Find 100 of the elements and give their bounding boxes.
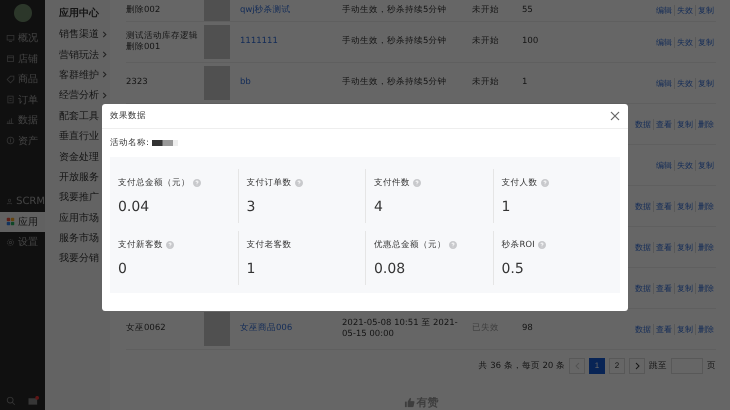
table-cell-text: 未开始 [472, 77, 500, 89]
action-link[interactable]: 数据 [633, 118, 653, 130]
subnav-item[interactable]: 经营分析 [59, 88, 99, 102]
action-link[interactable]: 数据 [633, 200, 653, 212]
subnav-item[interactable]: 应用市场 [59, 210, 99, 225]
photo-placeholder [204, 312, 230, 346]
table-cell-text: 100 [522, 36, 540, 48]
metric-value: 0.08 [374, 261, 406, 277]
product-link[interactable]: 女巫商品006 [240, 323, 292, 334]
product-link[interactable]: 1111111 [240, 36, 278, 46]
thumbs-up-icon [404, 397, 414, 408]
subnav-item[interactable]: 资金处理 [59, 150, 99, 164]
action-link[interactable]: 删除 [695, 118, 716, 130]
action-link[interactable]: 数据 [633, 324, 653, 334]
page-button[interactable]: 1 [589, 358, 605, 374]
help-icon[interactable] [166, 241, 174, 249]
chevron-icon [102, 71, 107, 78]
table-cell-text: 2323 [126, 77, 149, 89]
table-cell-text: 2021-05-08 10:51 至 2021-05-15 00:00 [342, 318, 459, 340]
action-link[interactable]: 查看 [653, 324, 674, 334]
action-link[interactable]: 复制 [674, 118, 695, 130]
chevron-icon [102, 92, 107, 99]
table-cell-text: 删除002 [126, 4, 162, 16]
action-link[interactable]: 编辑 [654, 5, 674, 16]
next-page-button[interactable] [629, 358, 645, 374]
close-button[interactable] [610, 111, 620, 121]
action-link[interactable]: 复制 [695, 5, 716, 16]
table-cell-text: 女巫0062 [126, 323, 167, 335]
chevron-right-icon [634, 362, 640, 370]
action-link[interactable]: 复制 [674, 282, 695, 294]
action-link[interactable]: 编辑 [654, 78, 674, 88]
action-link[interactable]: 失效 [674, 36, 695, 48]
subnav-item[interactable]: 垂直行业 [59, 129, 99, 144]
action-link[interactable]: 查看 [653, 200, 674, 212]
metric-value: 0.04 [118, 199, 150, 215]
action-link[interactable]: 查看 [653, 282, 674, 294]
action-link[interactable]: 复制 [695, 78, 716, 88]
help-icon[interactable] [540, 179, 548, 187]
page-suffix: 页 [707, 360, 716, 372]
action-link[interactable]: 复制 [695, 36, 716, 48]
action-link[interactable]: 查看 [653, 242, 674, 252]
action-link[interactable]: 查看 [653, 118, 674, 130]
metric-value: 1 [502, 199, 512, 215]
action-link[interactable]: 复制 [674, 242, 695, 252]
action-link[interactable]: 复制 [695, 160, 716, 170]
action-link[interactable]: 失效 [674, 78, 695, 88]
user-icon [6, 196, 14, 206]
action-link[interactable]: 编辑 [654, 160, 674, 170]
action-link[interactable]: 删除 [695, 242, 716, 252]
action-link[interactable]: 删除 [695, 282, 716, 294]
monitor-icon [6, 34, 15, 43]
action-link[interactable]: 失效 [674, 5, 695, 16]
help-icon[interactable] [294, 179, 302, 187]
action-link[interactable]: 编辑 [654, 36, 674, 48]
product-link[interactable]: bb [240, 77, 251, 88]
table-cell-text: 测试活动库存逻辑删除001 [126, 30, 199, 54]
metric-value: 0.5 [502, 261, 525, 277]
subnav-item[interactable]: 配套工具 [59, 108, 99, 123]
document-icon [6, 95, 15, 104]
sidebar-item[interactable]: 应用 [0, 212, 45, 232]
coin-icon [6, 136, 15, 146]
tag-icon [6, 74, 15, 84]
action-link[interactable]: 数据 [633, 242, 653, 252]
metric-label: 支付新客数 [118, 239, 163, 251]
subnav-item[interactable]: 客群维护 [59, 68, 99, 82]
chevron-icon [102, 51, 107, 58]
message-icon[interactable] [28, 396, 39, 406]
subnav-item[interactable]: 服务市场 [59, 231, 99, 246]
subnav-item[interactable]: 开放服务 [59, 170, 99, 184]
action-link[interactable]: 数据 [633, 282, 653, 294]
subnav-item[interactable]: 我要分销 [59, 251, 99, 266]
avatar[interactable] [14, 4, 32, 22]
subnav-item[interactable]: 营销玩法 [59, 48, 99, 62]
action-link[interactable]: 复制 [674, 324, 695, 334]
pagination-summary: 共 36 条，每页 20 条 [478, 360, 565, 372]
metric-label: 优惠总金额（元） [374, 239, 446, 251]
help-icon[interactable] [538, 241, 546, 249]
subnav-item[interactable]: 我要推广 [59, 190, 99, 204]
table-cell-text: 55 [522, 4, 534, 16]
table-cell-text: 手动生效，秒杀持续5分钟 [342, 77, 448, 89]
search-icon [6, 396, 16, 406]
help-icon[interactable] [193, 179, 201, 187]
modal-title: 效果数据 [110, 110, 146, 122]
settings-icon [6, 238, 15, 247]
action-link[interactable]: 复制 [674, 200, 695, 212]
page-button[interactable]: 2 [609, 358, 625, 374]
help-icon[interactable] [413, 179, 421, 187]
table-cell-text: 手动生效，秒杀持续5分钟 [342, 36, 448, 48]
action-link[interactable]: 删除 [695, 200, 716, 212]
subnav-item[interactable]: 销售渠道 [59, 27, 99, 42]
action-link[interactable]: 删除 [695, 324, 716, 334]
metric-value: 4 [374, 199, 384, 215]
metric-label: 支付人数 [502, 177, 538, 189]
table-cell-text: 未开始 [472, 36, 500, 48]
subnav-title: 应用中心 [58, 6, 100, 21]
action-link[interactable]: 失效 [674, 160, 695, 170]
metric-label: 支付件数 [374, 177, 410, 189]
jump-label: 跳至 [649, 360, 667, 372]
help-icon[interactable] [449, 241, 457, 249]
product-link[interactable]: qwj秒杀测试 [240, 4, 291, 15]
